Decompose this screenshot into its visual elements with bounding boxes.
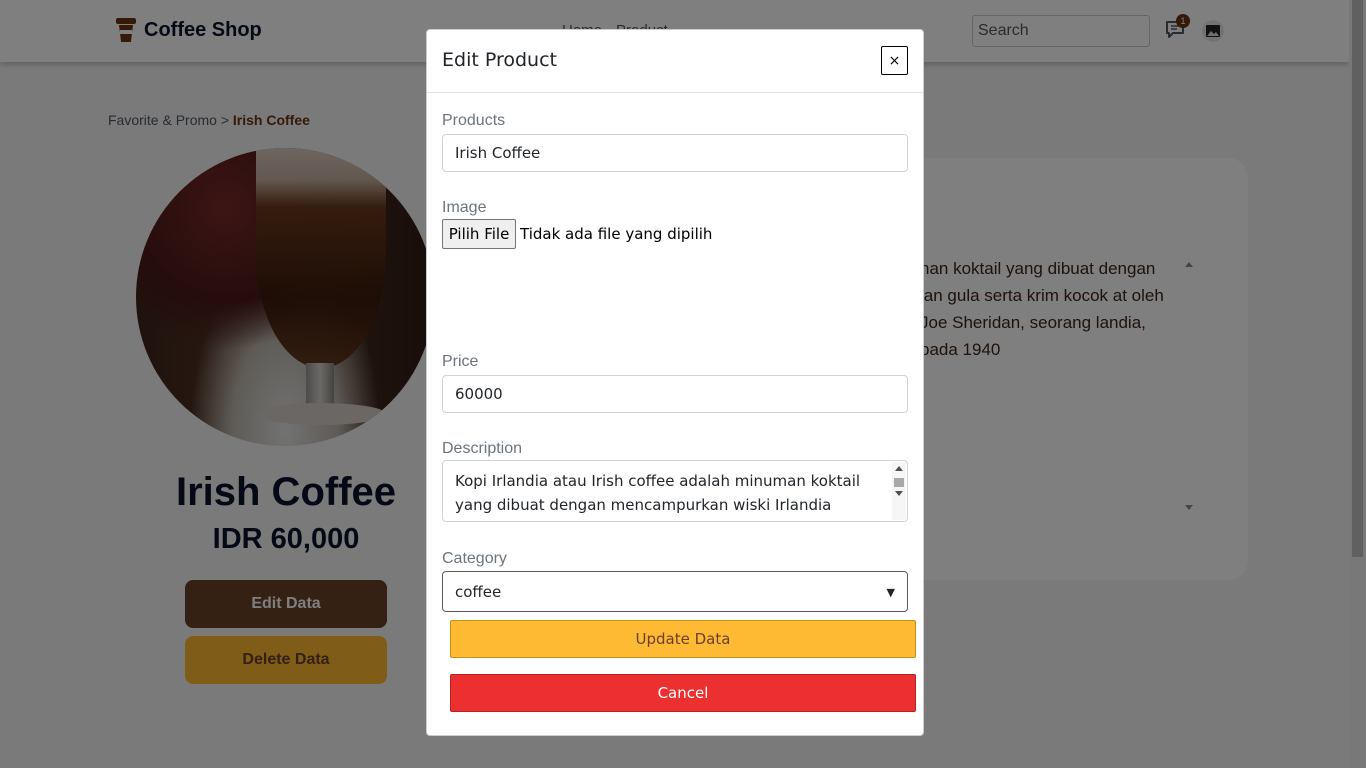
cancel-button[interactable]: Cancel — [450, 674, 916, 712]
price-input[interactable] — [442, 375, 908, 413]
modal-title: Edit Product — [442, 49, 557, 71]
choose-file-button[interactable]: Pilih File — [442, 219, 516, 249]
chevron-down-icon: ▼ — [886, 586, 895, 599]
edit-product-modal: Edit Product × Products Image Pilih File… — [426, 29, 924, 736]
image-label: Image — [442, 199, 487, 216]
file-status: Tidak ada file yang dipilih — [520, 225, 713, 243]
description-textarea[interactable]: Kopi Irlandia atau Irish coffee adalah m… — [442, 460, 908, 522]
products-input[interactable] — [442, 134, 908, 172]
category-value: coffee — [455, 583, 502, 601]
price-label: Price — [442, 353, 479, 370]
textarea-scrollbar[interactable] — [892, 462, 906, 520]
description-text: Kopi Irlandia atau Irish coffee adalah m… — [455, 472, 861, 521]
close-icon[interactable]: × — [881, 46, 908, 75]
modal-header: Edit Product × — [427, 30, 923, 93]
products-label: Products — [442, 112, 506, 129]
category-label: Category — [442, 550, 507, 567]
description-label: Description — [442, 440, 523, 457]
update-data-button[interactable]: Update Data — [450, 620, 916, 658]
category-select[interactable]: coffee ▼ — [442, 571, 908, 612]
